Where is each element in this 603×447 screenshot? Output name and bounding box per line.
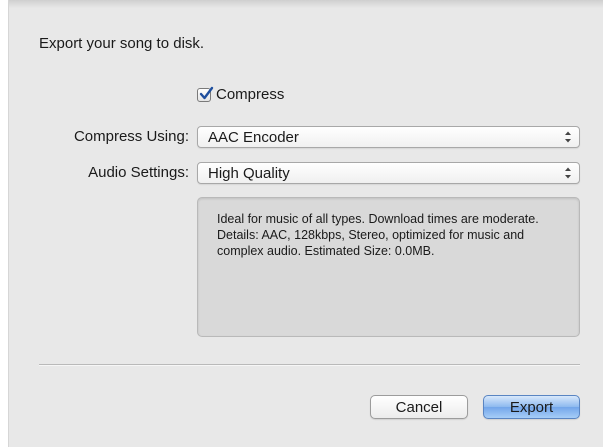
compress-checkbox-row[interactable]: Compress [197,86,284,103]
compress-using-label: Compress Using: [73,128,189,145]
dialog-prompt: Export your song to disk. [39,35,205,52]
audio-settings-label: Audio Settings: [88,164,189,181]
export-button[interactable]: Export [483,395,580,419]
audio-settings-value: High Quality [208,164,290,182]
compress-using-popup[interactable]: AAC Encoder [197,126,580,148]
audio-settings-description: Ideal for music of all types. Download t… [197,197,580,337]
audio-settings-popup[interactable]: High Quality [197,162,580,184]
cancel-button[interactable]: Cancel [370,395,468,419]
compress-label[interactable]: Compress [216,86,284,103]
divider [39,364,580,365]
check-icon [199,86,214,99]
up-down-arrows-icon [565,131,571,143]
compress-checkbox[interactable] [197,86,214,102]
up-down-arrows-icon [565,167,571,179]
export-dialog: Export your song to disk. Compress Compr… [8,0,603,447]
compress-using-value: AAC Encoder [208,128,299,146]
sheet-top-shadow [9,0,603,8]
